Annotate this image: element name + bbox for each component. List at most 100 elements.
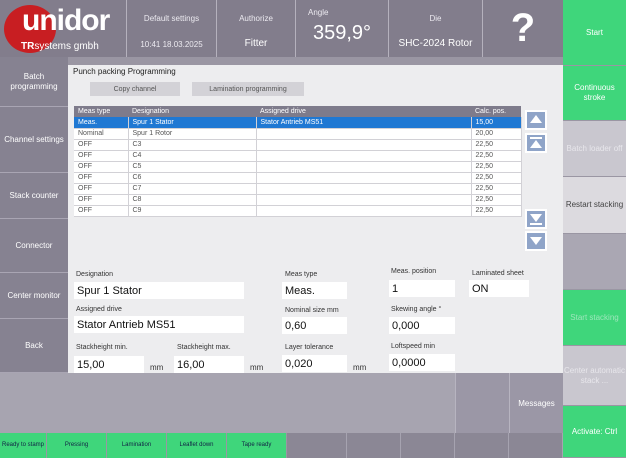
cell-calc-pos: 22,50 (471, 205, 522, 217)
arrow-down-bar-icon (530, 237, 542, 245)
stack-max-label: Stackheight max. (177, 344, 231, 351)
die-label: Die (429, 14, 442, 23)
stack-min-label: Stackheight min. (76, 344, 128, 351)
authorize-label: Authorize (239, 14, 273, 23)
table-row[interactable]: OFF C9 22,50 (74, 205, 522, 217)
cell-designation: Spur 1 Stator (128, 117, 257, 129)
center-automatic-button[interactable]: Center automatic stack ... (563, 346, 626, 406)
table-row[interactable]: OFF C5 22,50 (74, 161, 522, 173)
nav-center-monitor[interactable]: Center monitor (0, 273, 68, 319)
scroll-down-button[interactable] (525, 209, 547, 229)
cell-meas-type: Nominal (74, 128, 129, 140)
table-row[interactable]: OFF C7 22,50 (74, 183, 522, 195)
datetime-display: 10:41 18.03.2025 (140, 40, 203, 49)
nominal-size-field[interactable]: 0,60 (282, 317, 347, 334)
status-slot-10 (509, 433, 563, 458)
angle-display: Angle 359,9° (295, 0, 388, 57)
continuous-stroke-button[interactable]: Continuous stroke (563, 66, 626, 121)
loftspeed-label: Loftspeed min (391, 343, 435, 350)
laminated-sheet-field[interactable]: ON (469, 280, 529, 297)
nav-stack-counter[interactable]: Stack counter (0, 173, 68, 219)
cell-meas-type: Meas. (74, 117, 129, 129)
table-row[interactable]: Nominal Spur 1 Rotor 20,00 (74, 128, 522, 140)
table-row[interactable]: OFF C4 22,50 (74, 150, 522, 162)
scroll-bottom-button[interactable] (525, 231, 547, 251)
cell-assigned-drive (256, 172, 472, 184)
status-tape-ready: Tape ready (227, 433, 287, 458)
table-row[interactable]: Meas. Spur 1 Stator Stator Antrieb MS51 15,… (74, 117, 522, 129)
cell-designation: C6 (128, 172, 257, 184)
activate-ctrl-button[interactable]: Activate: Ctrl (563, 406, 626, 458)
nav-batch-programming[interactable]: Batch programming (0, 57, 68, 107)
loftspeed-field[interactable]: 0,0000 (389, 354, 455, 371)
layer-tolerance-field[interactable]: 0,020 (282, 355, 347, 372)
nav-back[interactable]: Back (0, 319, 68, 373)
copy-channel-button[interactable]: Copy channel (90, 82, 180, 96)
cell-calc-pos: 22,50 (471, 172, 522, 184)
stack-max-field[interactable]: 16,00 (174, 356, 244, 373)
meas-position-field[interactable]: 1 (389, 280, 455, 297)
cell-calc-pos: 20,00 (471, 128, 522, 140)
col-assigned-drive: Assigned drive (256, 106, 471, 117)
nav-connector[interactable]: Connector (0, 219, 68, 273)
authorize-button[interactable]: Authorize Fitter (216, 0, 295, 57)
bottom-slot-b (455, 403, 509, 433)
cell-assigned-drive (256, 194, 472, 206)
messages-button[interactable]: Messages (509, 373, 563, 433)
logo-wordmark: unidor (22, 4, 110, 37)
cell-meas-type: OFF (74, 194, 129, 206)
start-button[interactable]: Start (563, 0, 626, 66)
col-meas-type: Meas type (74, 106, 128, 117)
page-title: Punch packing Programming (73, 67, 176, 76)
nav-channel-settings[interactable]: Channel settings (0, 107, 68, 173)
cell-calc-pos: 22,50 (471, 150, 522, 162)
arrow-up-bar-icon (530, 115, 542, 123)
status-slot-9 (455, 433, 509, 458)
col-calc-pos: Calc. pos. (471, 106, 521, 117)
cell-designation: C4 (128, 150, 257, 162)
skewing-angle-field[interactable]: 0,000 (389, 317, 455, 334)
restart-stacking-button[interactable]: Restart stacking (563, 177, 626, 234)
table-row[interactable]: OFF C8 22,50 (74, 194, 522, 206)
stack-min-field[interactable]: 15,00 (74, 356, 144, 373)
status-pressing: Pressing (47, 433, 107, 458)
lamination-programming-button[interactable]: Lamination programming (192, 82, 304, 96)
cell-assigned-drive (256, 139, 472, 151)
assigned-drive-field[interactable]: Stator Antrieb MS51 (74, 316, 244, 333)
scroll-top-button[interactable] (525, 110, 547, 130)
cell-assigned-drive (256, 128, 472, 140)
cell-calc-pos: 22,50 (471, 139, 522, 151)
angle-label: Angle (308, 8, 329, 17)
cell-designation: C5 (128, 161, 257, 173)
status-slot-6 (287, 433, 347, 458)
die-selector[interactable]: Die SHC-2024 Rotor (388, 0, 482, 57)
meas-position-label: Meas. position (391, 268, 437, 275)
channel-table: Meas type Designation Assigned drive Cal… (74, 106, 522, 217)
table-row[interactable]: OFF C3 22,50 (74, 139, 522, 151)
status-ready-to-stamp: Ready to stamp (0, 433, 47, 458)
cell-meas-type: OFF (74, 172, 129, 184)
layer-tolerance-label: Layer tolerance (285, 344, 334, 351)
meas-type-field[interactable]: Meas. (282, 282, 347, 299)
table-row[interactable]: OFF C6 22,50 (74, 172, 522, 184)
cell-designation: C9 (128, 205, 257, 217)
cell-assigned-drive (256, 205, 472, 217)
scroll-up-button[interactable] (525, 133, 547, 153)
status-leaflet-down: Leaflet down (167, 433, 227, 458)
cell-designation: Spur 1 Rotor (128, 128, 257, 140)
cell-meas-type: OFF (74, 183, 129, 195)
start-stacking-button[interactable]: Start stacking (563, 290, 626, 346)
batch-loader-off-button[interactable]: Batch loader off (563, 121, 626, 177)
designation-field[interactable]: Spur 1 Stator (74, 282, 244, 299)
cell-meas-type: OFF (74, 139, 129, 151)
settings-cell[interactable]: Default settings 10:41 18.03.2025 (126, 0, 216, 57)
cell-meas-type: OFF (74, 205, 129, 217)
help-button[interactable]: ? (482, 0, 563, 57)
nominal-size-label: Nominal size mm (285, 307, 339, 314)
table-header: Meas type Designation Assigned drive Cal… (74, 106, 521, 117)
skewing-angle-label: Skewing angle ° (391, 306, 442, 313)
meas-type-label: Meas type (285, 271, 318, 278)
cell-assigned-drive (256, 150, 472, 162)
cell-assigned-drive: Stator Antrieb MS51 (256, 117, 472, 129)
bottom-slot-a (455, 373, 509, 403)
